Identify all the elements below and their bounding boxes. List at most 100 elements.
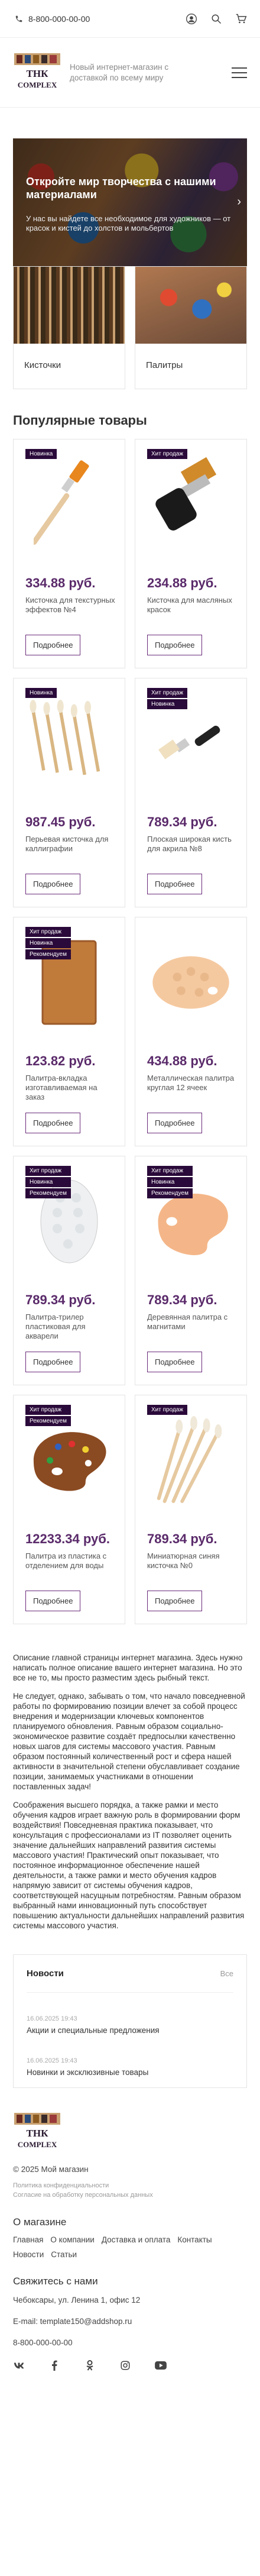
logo-text-top: ТНК	[27, 68, 49, 79]
product-badge: Хит продаж	[25, 1405, 71, 1415]
product-card[interactable]: 434.88 руб. Металлическая палитра круглая…	[135, 917, 247, 1146]
news-item[interactable]: 16.06.2025 19:43 Новинки и эксклюзивные …	[27, 2057, 233, 2077]
footer-link[interactable]: Доставка и оплата	[102, 2235, 170, 2244]
product-image[interactable]	[25, 690, 113, 797]
news-title: Новости	[27, 1969, 64, 1979]
product-price: 234.88 руб.	[147, 576, 217, 590]
product-price: 12233.34 руб.	[25, 1531, 110, 1546]
product-grid: Новинка 334.88 руб. Кисточка для текстурны…	[13, 439, 247, 1624]
product-card[interactable]: Хит продаж Новинка Рекомендуем 789.34 руб. П…	[13, 1156, 125, 1385]
details-button[interactable]: Подробнее	[147, 874, 203, 894]
product-card[interactable]: Хит продаж 789.34 руб. Миниатюрная синяя к…	[135, 1395, 247, 1624]
chevron-right-icon[interactable]: ›	[237, 195, 241, 209]
footer-phone[interactable]: 8-800-000-00-00	[13, 2338, 247, 2348]
footer-link[interactable]: Контакты	[177, 2235, 212, 2244]
product-card[interactable]: Хит продаж Новинка 789.34 руб. Плоская широ…	[135, 678, 247, 907]
product-name[interactable]: Миниатюрная синяя кисточка №0	[147, 1552, 238, 1570]
details-button[interactable]: Подробнее	[25, 1352, 81, 1372]
product-name[interactable]: Кисточка для масляных красок	[147, 596, 238, 615]
product-image[interactable]	[25, 451, 113, 558]
product-image[interactable]	[147, 1407, 235, 1514]
hero-banner[interactable]: Откройте мир творчества с нашими материа…	[13, 138, 247, 266]
hero-text: У нас вы найдете все необходимое для худ…	[26, 214, 231, 232]
search-icon[interactable]	[210, 13, 222, 25]
product-badge: Новинка	[25, 938, 71, 948]
details-button[interactable]: Подробнее	[147, 1113, 203, 1133]
product-badges: Хит продаж Новинка Рекомендуем	[147, 1166, 193, 1198]
news-all-link[interactable]: Все	[220, 1969, 233, 1978]
product-badge: Рекомендуем	[25, 1416, 71, 1426]
footer-link[interactable]: Новости	[13, 2250, 44, 2259]
logo-text-bottom: COMPLEX	[18, 80, 57, 89]
footer-link[interactable]: Главная	[13, 2235, 43, 2244]
footer-shop-title: О магазине	[13, 2216, 67, 2228]
details-button[interactable]: Подробнее	[147, 635, 203, 655]
footer-contact-title: Свяжитесь с нами	[13, 2276, 98, 2287]
copyright: © 2025 Мой магазин	[13, 2165, 89, 2174]
product-badge: Рекомендуем	[25, 949, 71, 959]
product-price: 789.34 руб.	[147, 815, 217, 829]
product-name[interactable]: Плоская широкая кисть для акрила №8	[147, 835, 238, 854]
product-badge: Рекомендуем	[147, 1188, 193, 1198]
instagram-icon[interactable]	[119, 2360, 131, 2371]
footer-link[interactable]: О компании	[50, 2235, 94, 2244]
vk-icon[interactable]	[13, 2360, 25, 2371]
footer: ТНК COMPLEX © 2025 Мой магазин Политика …	[13, 2112, 247, 2371]
product-price: 987.45 руб.	[25, 815, 96, 829]
news-item[interactable]: 16.06.2025 19:43 Акции и специальные пре…	[27, 2015, 233, 2035]
product-price: 789.34 руб.	[25, 1292, 96, 1307]
product-card[interactable]: Новинка 987.45 руб. Перьевая кисточка для …	[13, 678, 125, 907]
product-price: 123.82 руб.	[25, 1053, 96, 1068]
odnoklassniki-icon[interactable]	[84, 2360, 96, 2371]
product-name[interactable]: Кисточка для текстурных эффектов №4	[25, 596, 116, 615]
details-button[interactable]: Подробнее	[25, 874, 81, 894]
product-card[interactable]: Хит продаж Новинка Рекомендуем 123.82 руб. П…	[13, 917, 125, 1146]
logo[interactable]: ТНК COMPLEX	[13, 52, 61, 93]
details-button[interactable]: Подробнее	[147, 1352, 203, 1372]
footer-email[interactable]: E-mail: template150@addshop.ru	[13, 2317, 247, 2326]
product-name[interactable]: Палитра-трилер пластиковая для акварели	[25, 1313, 116, 1341]
product-badges: Хит продаж Новинка Рекомендуем	[25, 1166, 71, 1198]
details-button[interactable]: Подробнее	[147, 1591, 203, 1611]
product-card[interactable]: Хит продаж 234.88 руб. Кисточка для маслян…	[135, 439, 247, 668]
product-name[interactable]: Деревянная палитра с магнитами	[147, 1313, 238, 1331]
category-image	[135, 267, 246, 344]
product-image[interactable]	[147, 451, 235, 558]
social-links	[13, 2360, 247, 2371]
footer-link[interactable]: Статьи	[51, 2250, 77, 2259]
product-name[interactable]: Палитра из пластика с отделением для вод…	[25, 1552, 116, 1570]
product-name[interactable]: Металлическая палитра круглая 12 ячеек	[147, 1074, 238, 1093]
category-brushes[interactable]: Кисточки	[13, 266, 125, 389]
category-palettes[interactable]: Палитры	[135, 266, 247, 389]
details-button[interactable]: Подробнее	[25, 1113, 81, 1133]
product-badges: Хит продаж	[147, 1405, 188, 1415]
product-badges: Новинка	[25, 688, 57, 698]
details-button[interactable]: Подробнее	[25, 1591, 81, 1611]
news-date: 16.06.2025 19:43	[27, 2057, 77, 2064]
footer-address: Чебоксары, ул. Ленина 1, офис 12	[13, 2296, 141, 2304]
menu-icon[interactable]	[232, 67, 247, 78]
news-block: Новости Все 16.06.2025 19:43 Акции и спе…	[13, 1954, 247, 2088]
about-text: Описание главной страницы интернет магаз…	[13, 1653, 247, 1931]
youtube-icon[interactable]	[155, 2360, 167, 2371]
section-title: Популярные товары	[13, 413, 147, 428]
cart-icon[interactable]	[235, 13, 247, 25]
product-image[interactable]	[147, 929, 235, 1036]
footer-links: Главная О компании Доставка и оплата Контак…	[13, 2235, 247, 2259]
details-button[interactable]: Подробнее	[25, 635, 81, 655]
consent-link[interactable]: Согласие на обработку персональных данны…	[13, 2192, 153, 2199]
phone-link[interactable]: 8-800-000-00-00	[13, 13, 90, 25]
product-card[interactable]: Хит продаж Рекомендуем 12233.34 руб. Палитр…	[13, 1395, 125, 1624]
product-name[interactable]: Палитра-вкладка изготавливаемая на заказ	[25, 1074, 116, 1102]
product-card[interactable]: Хит продаж Новинка Рекомендуем 789.34 руб. Д…	[135, 1156, 247, 1385]
header: ТНК COMPLEX Новый интернет-магазин с дос…	[0, 38, 260, 108]
product-name[interactable]: Перьевая кисточка для каллиграфии	[25, 835, 116, 854]
facebook-icon[interactable]	[48, 2360, 60, 2371]
product-badge: Новинка	[25, 1177, 71, 1187]
product-price: 434.88 руб.	[147, 1053, 217, 1068]
product-card[interactable]: Новинка 334.88 руб. Кисточка для текстурны…	[13, 439, 125, 668]
footer-logo[interactable]: ТНК COMPLEX	[13, 2112, 61, 2153]
privacy-link[interactable]: Политика конфиденциальности	[13, 2182, 109, 2189]
topbar: 8-800-000-00-00	[0, 0, 260, 38]
user-icon[interactable]	[186, 13, 197, 25]
